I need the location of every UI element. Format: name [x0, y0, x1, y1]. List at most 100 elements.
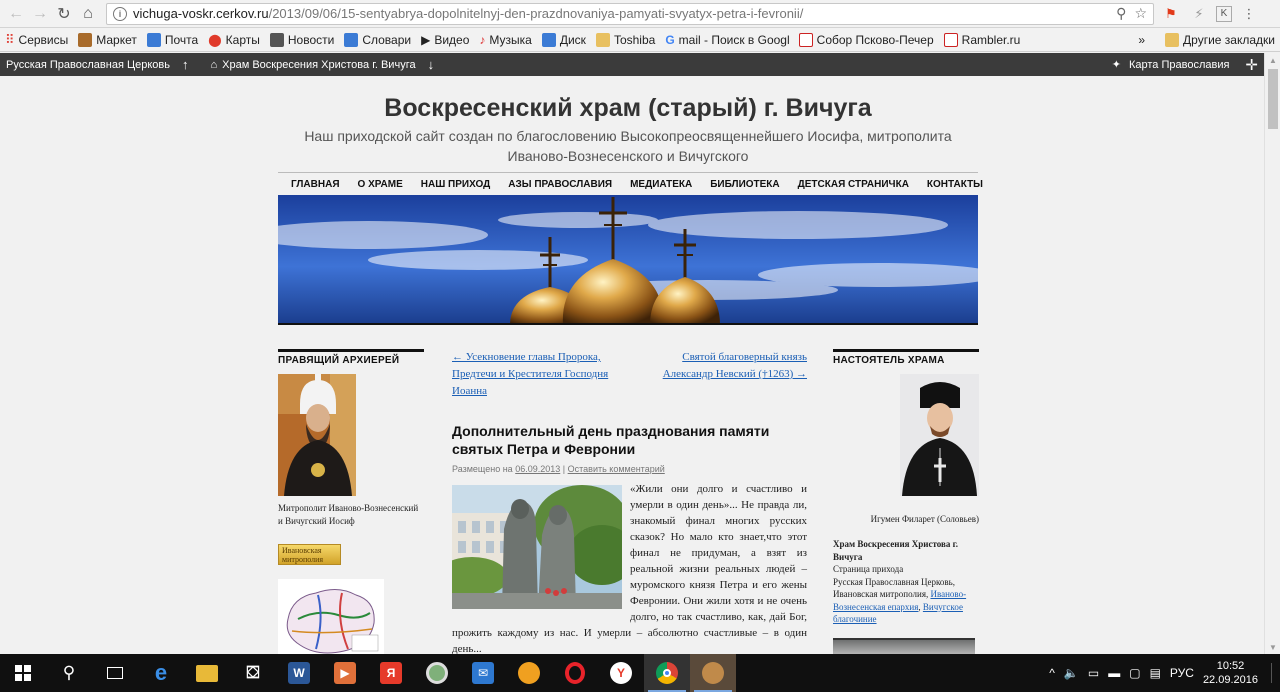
yandex-icon: Я — [380, 662, 402, 684]
site-title[interactable]: Воскресенский храм (старый) г. Вичуга — [278, 94, 978, 123]
next-post-link[interactable]: Святой благоверный князь Александр Невск… — [657, 349, 807, 400]
taskbar-explorer[interactable] — [184, 654, 230, 692]
main-content: ← Усекновение главы Пророка, Предтечи и … — [436, 349, 807, 654]
church-link[interactable]: Русская Православная Церковь — [0, 59, 176, 71]
scroll-thumb[interactable] — [1268, 69, 1278, 129]
taskbar-outlook[interactable]: ✉ — [460, 654, 506, 692]
taskbar-edge[interactable]: e — [138, 654, 184, 692]
bookmark-dictionaries[interactable]: Словари — [339, 32, 416, 47]
menu-icon[interactable]: ⋮ — [1238, 3, 1260, 25]
folder-icon — [595, 32, 610, 47]
site-description: Наш приходской сайт создан по благослове… — [304, 128, 952, 164]
orthodox-map-link[interactable]: Карта Православия — [1129, 59, 1229, 71]
start-button[interactable] — [0, 654, 46, 692]
system-tray: ^ 🔈 ▭ ▬ ▢ ▤ РУС 10:52 22.09.2016 — [1049, 654, 1280, 692]
extension-flag-icon[interactable]: ⚑ — [1160, 3, 1182, 25]
search-button[interactable]: ⚲ — [46, 654, 92, 692]
taskbar-paint-app[interactable] — [690, 654, 736, 692]
taskbar-yandex-browser[interactable]: Y — [598, 654, 644, 692]
back-button[interactable]: ← — [4, 2, 28, 26]
bookmark-toshiba[interactable]: Toshiba — [591, 32, 660, 47]
bookmark-disk[interactable]: Диск — [537, 32, 591, 47]
taskbar-chrome[interactable] — [644, 654, 690, 692]
metropolitan-photo[interactable] — [278, 374, 356, 496]
extension-kaspersky-icon[interactable]: K — [1216, 5, 1232, 22]
bookmark-market[interactable]: Маркет — [73, 32, 142, 47]
bookmarks-overflow-button[interactable]: » — [1133, 33, 1150, 47]
taskbar-yandex[interactable]: Я — [368, 654, 414, 692]
address-bar[interactable]: i vichuga-voskr.cerkov.ru/2013/09/06/15-… — [106, 2, 1154, 25]
header-banner-image — [278, 195, 978, 325]
action-center-icon[interactable] — [1271, 663, 1272, 683]
network-icon[interactable]: ▭ — [1088, 666, 1099, 680]
nav-about[interactable]: О ХРАМЕ — [349, 179, 412, 190]
reload-button[interactable]: ↻ — [52, 2, 76, 26]
prev-post-link[interactable]: ← Усекновение главы Пророка, Предтечи и … — [452, 349, 612, 400]
post-meta: Размещено на 06.09.2013 | Оставить комме… — [452, 464, 807, 474]
battery-icon[interactable]: ▬ — [1108, 666, 1120, 680]
bookmark-star-icon[interactable]: ☆ — [1134, 5, 1147, 22]
bookmark-video[interactable]: ▶ Видео — [416, 33, 474, 47]
bookmark-music[interactable]: ♪ Музыка — [474, 33, 536, 47]
mail-app-icon: ✉ — [472, 662, 494, 684]
site-info-icon[interactable]: i — [113, 6, 127, 21]
taskbar-store[interactable]: ⛋ — [230, 654, 276, 692]
post-date-link[interactable]: 06.09.2013 — [515, 464, 560, 474]
display-icon[interactable]: ▢ — [1129, 666, 1140, 680]
bookmark-mail[interactable]: Почта — [142, 32, 203, 47]
temple-link[interactable]: ⌂ Храм Воскресения Христова г. Вичуга — [204, 59, 421, 71]
rector-photo[interactable] — [900, 374, 979, 496]
scroll-up-icon[interactable]: ▲ — [1265, 53, 1280, 67]
bookmark-news[interactable]: Новости — [265, 32, 339, 47]
bookmark-services[interactable]: ⠿ Сервисы — [0, 32, 73, 48]
up-arrow-icon[interactable]: ↑ — [176, 57, 195, 72]
other-bookmarks-folder[interactable]: Другие закладки — [1160, 33, 1280, 47]
nav-home[interactable]: ГЛАВНАЯ — [282, 179, 349, 190]
task-view-button[interactable] — [92, 654, 138, 692]
nav-contacts[interactable]: КОНТАКТЫ — [918, 179, 992, 190]
zoom-icon[interactable]: ⚲ — [1116, 5, 1126, 22]
post-title[interactable]: Дополнительный день празднования памяти … — [452, 422, 807, 458]
leave-comment-link[interactable]: Оставить комментарий — [568, 464, 665, 474]
show-hidden-icons-icon[interactable]: ^ — [1049, 666, 1055, 680]
file-explorer-icon — [196, 664, 218, 682]
volume-icon[interactable]: 🔈 — [1064, 666, 1079, 680]
bookmark-maps[interactable]: ⬤ Карты — [203, 33, 265, 47]
extension-k-icon[interactable]: ⚡ — [1188, 3, 1210, 25]
page-scrollbar[interactable]: ▲ ▼ — [1264, 53, 1280, 654]
nav-children[interactable]: ДЕТСКАЯ СТРАНИЧКА — [789, 179, 918, 190]
notification-chat-icon[interactable]: ▤ — [1150, 666, 1161, 680]
taskbar-opera[interactable] — [552, 654, 598, 692]
bookmark-google-search[interactable]: Gmail - Поиск в Google — [660, 33, 793, 47]
church-building-photo[interactable] — [833, 637, 975, 654]
nav-basics[interactable]: АЗЫ ПРАВОСЛАВИЯ — [499, 179, 621, 190]
parish-info-title: Храм Воскресения Христова г. Вичуга — [833, 539, 958, 562]
nav-media[interactable]: МЕДИАТЕКА — [621, 179, 701, 190]
down-arrow-icon[interactable]: ↓ — [422, 57, 441, 72]
mail-icon — [146, 32, 161, 47]
post-navigation: ← Усекновение главы Пророка, Предтечи и … — [452, 349, 807, 400]
home-button[interactable]: ⌂ — [76, 2, 100, 26]
bookmark-pskov-cathedral[interactable]: Собор Псково-Печер — [794, 32, 939, 47]
play-icon: ▶ — [421, 32, 431, 47]
taskbar-app-circle[interactable] — [414, 654, 460, 692]
language-indicator[interactable]: РУС — [1170, 666, 1194, 680]
nav-parish[interactable]: НАШ ПРИХОД — [412, 179, 500, 190]
right-sidebar: НАСТОЯТЕЛЬ ХРАМА Игумен Филарет (Соловье… — [833, 349, 979, 654]
diocese-map-image[interactable] — [278, 579, 384, 654]
link-separator: , — [918, 601, 921, 612]
scroll-down-icon[interactable]: ▼ — [1265, 640, 1280, 654]
taskbar-media-player[interactable]: ▶ — [322, 654, 368, 692]
apps-grid-icon: ⠿ — [5, 31, 15, 47]
taskbar-sun-app[interactable] — [506, 654, 552, 692]
ivanovo-metropolis-badge[interactable]: Ивановская митрополия — [278, 544, 341, 565]
peter-fevronia-monument-photo[interactable] — [436, 485, 636, 609]
dictionary-icon — [344, 32, 359, 47]
nav-library[interactable]: БИБЛИОТЕКА — [701, 179, 788, 190]
taskbar-word[interactable]: W — [276, 654, 322, 692]
forward-button[interactable]: → — [28, 2, 52, 26]
clock[interactable]: 10:52 22.09.2016 — [1203, 659, 1258, 687]
bookmark-rambler[interactable]: Rambler.ru — [939, 32, 1026, 47]
orthodox-cross-icon[interactable]: ✛ — [1245, 56, 1258, 74]
rector-caption: Игумен Филарет (Соловьев) — [870, 514, 979, 524]
